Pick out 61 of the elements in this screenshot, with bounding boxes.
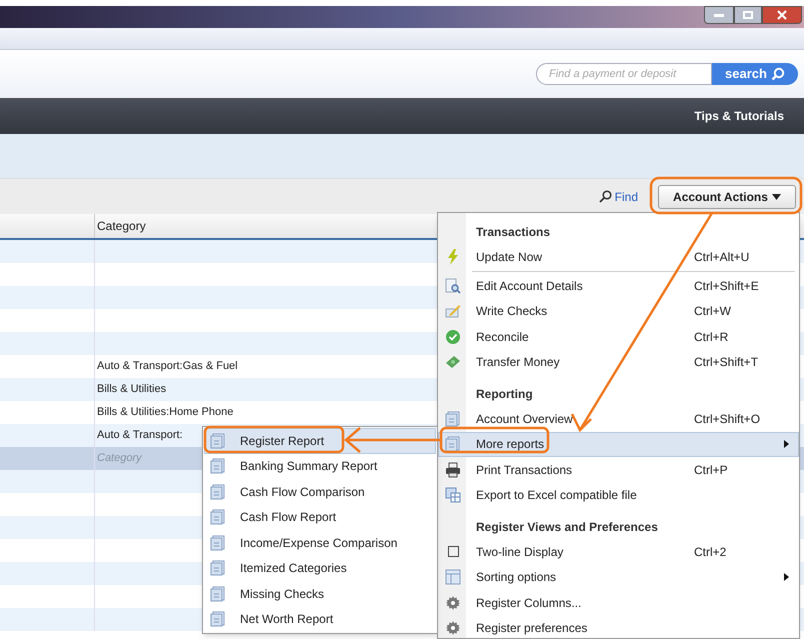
report-icon [210, 560, 226, 576]
menu-item[interactable]: Print Transactions Ctrl+P [438, 457, 799, 482]
check-circle-icon [445, 328, 461, 345]
menu-item[interactable]: Two-line Display Ctrl+2 [438, 539, 799, 564]
report-icon [210, 611, 226, 628]
pencil-icon [445, 303, 461, 320]
menu-section-header: Reporting [476, 386, 533, 402]
menu-item[interactable]: Export to Excel compatible file [438, 482, 799, 508]
report-icon [210, 509, 226, 526]
menu-item[interactable]: Net Worth Report [204, 606, 436, 632]
menu-section-header: Transactions [476, 224, 550, 241]
close-button[interactable] [762, 6, 802, 24]
lightning-icon [446, 249, 460, 266]
table-icon [445, 569, 461, 586]
search-icon [770, 67, 785, 81]
report-icon [210, 484, 226, 500]
menu-item[interactable]: Write Checks Ctrl+W [438, 298, 799, 324]
table-cell-text: Auto & Transport:Gas & Fuel [97, 359, 238, 374]
table-cell-text: Auto & Transport: [97, 428, 183, 444]
search-button[interactable]: search [712, 63, 798, 85]
menu-item[interactable]: Reconcile Ctrl+R [438, 324, 799, 350]
account-actions-button[interactable]: Account Actions [658, 184, 796, 208]
menu-item[interactable]: Banking Summary Report [204, 454, 436, 479]
menu-item[interactable]: Edit Account Details Ctrl+Shift+E [438, 273, 799, 298]
menu-item[interactable]: Register preferences [438, 616, 799, 639]
menu-item[interactable]: Itemized Categories [204, 556, 436, 581]
gear-icon [446, 596, 460, 610]
table-cell-text: Bills & Utilities:Home Phone [97, 405, 234, 420]
menu-item[interactable]: Sorting options [438, 564, 799, 590]
spreadsheet-icon [445, 487, 461, 504]
gear-icon [446, 621, 460, 636]
search-icon [598, 190, 612, 203]
menu-item[interactable]: Missing Checks [204, 581, 436, 606]
report-icon [210, 586, 226, 602]
close-icon [777, 10, 787, 20]
document-magnifier-icon [445, 278, 461, 294]
menu-item[interactable]: Update Now Ctrl+Alt+U [438, 244, 799, 270]
search-field[interactable]: Find a payment or deposit [536, 63, 712, 85]
table-cell-text: Bills & Utilities [97, 382, 166, 398]
report-icon [210, 534, 226, 551]
money-icon [445, 354, 461, 370]
tips-link[interactable]: Tips & Tutorials [694, 107, 784, 125]
report-icon [445, 410, 461, 427]
menu-item[interactable]: Income/Expense Comparison [204, 530, 436, 556]
menu-item[interactable]: Cash Flow Report [204, 504, 436, 530]
menu-item[interactable]: Cash Flow Comparison [204, 479, 436, 504]
find-button[interactable]: Find [598, 188, 638, 206]
report-icon [445, 436, 461, 452]
report-icon [210, 432, 226, 449]
maximize-button[interactable] [734, 6, 762, 24]
menu-item[interactable]: Transfer Money Ctrl+Shift+T [438, 350, 799, 375]
checkbox[interactable] [448, 546, 458, 558]
menu-item[interactable]: Account Overview Ctrl+Shift+O [438, 406, 799, 432]
minimize-button[interactable] [704, 6, 734, 24]
menu-item[interactable]: Register Columns... [438, 590, 799, 616]
caret-icon [772, 194, 781, 200]
column-header[interactable]: Category [97, 217, 146, 235]
menu-section-header: Register Views and Preferences [476, 518, 658, 536]
report-icon [210, 458, 226, 474]
printer-icon [445, 462, 461, 478]
menu-item[interactable]: More reports [438, 432, 799, 457]
